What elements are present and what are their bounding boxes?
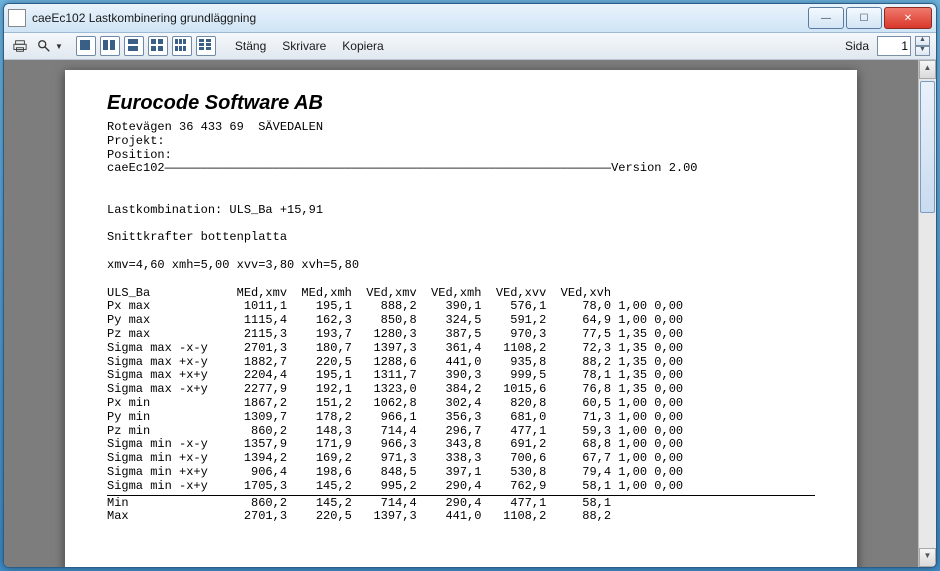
toolbar: ▼ Stäng Skrivare Kopiera Sida ▲ ▼ <box>4 33 936 60</box>
page-spin-up[interactable]: ▲ <box>915 36 930 46</box>
titlebar: caeEc102 Lastkombinering grundläggning ―… <box>4 4 936 33</box>
coord-line: xmv=4,60 xmh=5,00 xvv=3,80 xvh=5,80 <box>107 259 815 273</box>
address-line: Rotevägen 36 433 69 SÄVEDALEN <box>107 121 815 135</box>
summary-table: Min 860,2 145,2 714,4 290,4 477,1 58,1 M… <box>107 497 815 525</box>
copy-link[interactable]: Kopiera <box>336 37 389 55</box>
printer-link[interactable]: Skrivare <box>276 37 332 55</box>
minimize-button[interactable]: ― <box>808 7 844 29</box>
paper-scroll[interactable]: Eurocode Software AB Rotevägen 36 433 69… <box>4 60 918 567</box>
scroll-down-button[interactable]: ▼ <box>919 548 936 567</box>
company-heading: Eurocode Software AB <box>107 92 815 115</box>
scroll-up-button[interactable]: ▲ <box>919 60 936 79</box>
print-icon[interactable] <box>10 36 30 56</box>
scroll-thumb[interactable] <box>920 81 935 213</box>
page-label: Sida <box>841 39 873 53</box>
results-table: ULS_Ba MEd,xmv MEd,xmh VEd,xmv VEd,xmh V… <box>107 287 815 494</box>
view-grid-3x2-button[interactable] <box>172 36 192 56</box>
window-title: caeEc102 Lastkombinering grundläggning <box>32 11 806 25</box>
view-single-page-button[interactable] <box>76 36 96 56</box>
close-button[interactable]: ✕ <box>884 7 932 29</box>
zoom-icon[interactable] <box>34 36 54 56</box>
module-version-line: caeEc102————————————————————————————————… <box>107 162 815 176</box>
scroll-track[interactable] <box>919 79 936 548</box>
view-two-rows-button[interactable] <box>124 36 144 56</box>
view-grid-2x3-button[interactable] <box>196 36 216 56</box>
vertical-scrollbar[interactable]: ▲ ▼ <box>918 60 936 567</box>
project-line: Projekt: <box>107 135 815 149</box>
close-link[interactable]: Stäng <box>229 37 272 55</box>
app-window: caeEc102 Lastkombinering grundläggning ―… <box>3 3 937 568</box>
view-grid-2x2-button[interactable] <box>148 36 168 56</box>
section-line: Snittkrafter bottenplatta <box>107 231 815 245</box>
page-number-input[interactable] <box>877 36 911 56</box>
report-page: Eurocode Software AB Rotevägen 36 433 69… <box>65 70 857 567</box>
position-line: Position: <box>107 149 815 163</box>
preview-area: Eurocode Software AB Rotevägen 36 433 69… <box>4 60 936 567</box>
page-spinner[interactable]: ▲ ▼ <box>915 36 930 56</box>
maximize-button[interactable]: ☐ <box>846 7 882 29</box>
combination-line: Lastkombination: ULS_Ba +15,91 <box>107 204 815 218</box>
app-icon <box>8 9 26 27</box>
view-two-columns-button[interactable] <box>100 36 120 56</box>
zoom-dropdown-icon[interactable]: ▼ <box>55 42 63 51</box>
page-spin-down[interactable]: ▼ <box>915 46 930 56</box>
